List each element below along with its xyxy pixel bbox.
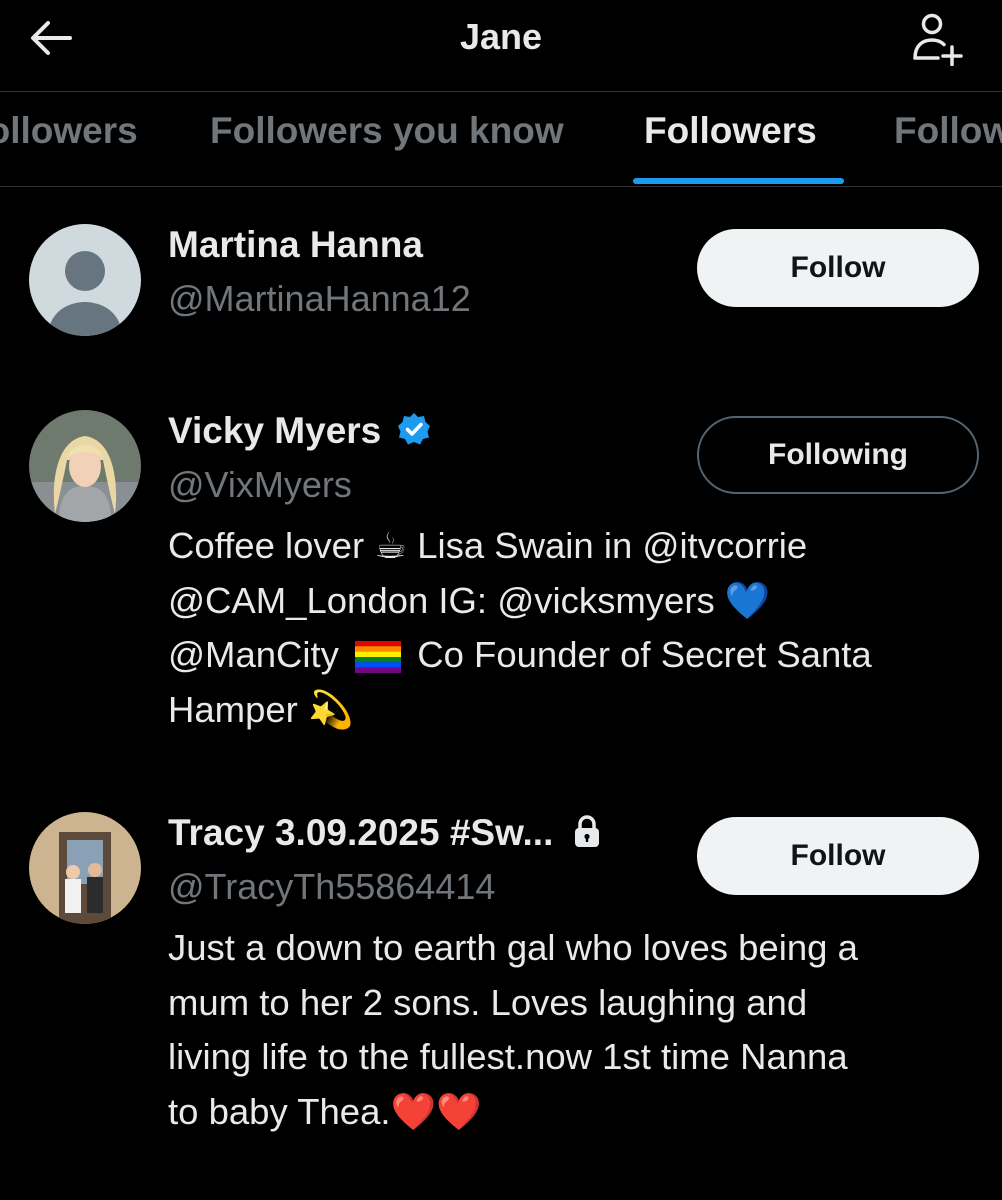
user-name[interactable]: Martina Hanna bbox=[168, 224, 423, 266]
user-handle[interactable]: @MartinaHanna12 bbox=[168, 278, 471, 320]
lock-icon bbox=[574, 815, 599, 848]
follow-button[interactable]: Follow bbox=[697, 817, 979, 895]
following-button[interactable]: Following bbox=[697, 416, 979, 494]
bio-text: Co Founder of Secret Santa bbox=[417, 634, 872, 675]
user-name-text: Vicky Myers bbox=[168, 410, 382, 451]
dizzy-emoji: 💫 bbox=[307, 687, 354, 731]
blue-heart-emoji: 💙 bbox=[724, 578, 771, 622]
tab-following[interactable]: Following bbox=[894, 110, 1002, 152]
avatar[interactable] bbox=[29, 812, 141, 924]
tabs-divider bbox=[0, 186, 1002, 187]
bio-text: Lisa Swain in @itvcorrie bbox=[417, 525, 808, 566]
tab-followers-you-know[interactable]: Followers you know bbox=[210, 110, 564, 152]
tab-verified-followers[interactable]: Followers bbox=[0, 110, 138, 152]
default-avatar-icon bbox=[29, 224, 141, 336]
user-handle[interactable]: @TracyTh55864414 bbox=[168, 866, 495, 908]
red-heart-emoji: ❤️❤️ bbox=[390, 1089, 482, 1133]
bio-text: mum to her 2 sons. Loves laughing and bbox=[168, 981, 808, 1023]
user-name-text: Tracy 3.09.2025 #Sw... bbox=[168, 812, 554, 853]
coffee-emoji: ☕ bbox=[374, 524, 408, 567]
user-name[interactable]: Tracy 3.09.2025 #Sw... bbox=[168, 812, 602, 854]
person-add-icon bbox=[913, 13, 963, 67]
profile-photo bbox=[29, 410, 141, 522]
follow-button[interactable]: Follow bbox=[697, 229, 979, 307]
user-bio: Just a down to earth gal who loves being… bbox=[168, 921, 978, 1139]
tab-followers[interactable]: Followers bbox=[644, 110, 817, 152]
verified-badge-icon bbox=[397, 413, 430, 445]
user-bio: Coffee lover ☕ Lisa Swain in @itvcorrie … bbox=[168, 519, 978, 737]
add-user-button[interactable] bbox=[908, 10, 964, 67]
bio-text: Coffee lover bbox=[168, 525, 365, 566]
user-name[interactable]: Vicky Myers bbox=[168, 410, 432, 452]
active-tab-indicator bbox=[633, 178, 844, 184]
avatar[interactable] bbox=[29, 410, 141, 522]
bio-text: @CAM_London IG: @vicksmyers bbox=[168, 579, 715, 621]
avatar[interactable] bbox=[29, 224, 141, 336]
bio-text: Just a down to earth gal who loves being… bbox=[168, 927, 858, 968]
bio-text: @ManCity bbox=[168, 634, 339, 675]
bio-text: living life to the fullest.now 1st time … bbox=[168, 1036, 848, 1077]
rainbow-flag-icon bbox=[355, 641, 402, 674]
user-handle[interactable]: @VixMyers bbox=[168, 464, 352, 506]
bio-text: to baby Thea. bbox=[168, 1090, 391, 1132]
tab-bar: Followers Followers you know Followers F… bbox=[0, 92, 1002, 186]
bio-text: Hamper bbox=[168, 688, 298, 730]
profile-photo bbox=[29, 812, 141, 924]
top-bar: Jane bbox=[0, 0, 1002, 90]
page-title: Jane bbox=[459, 16, 543, 57]
